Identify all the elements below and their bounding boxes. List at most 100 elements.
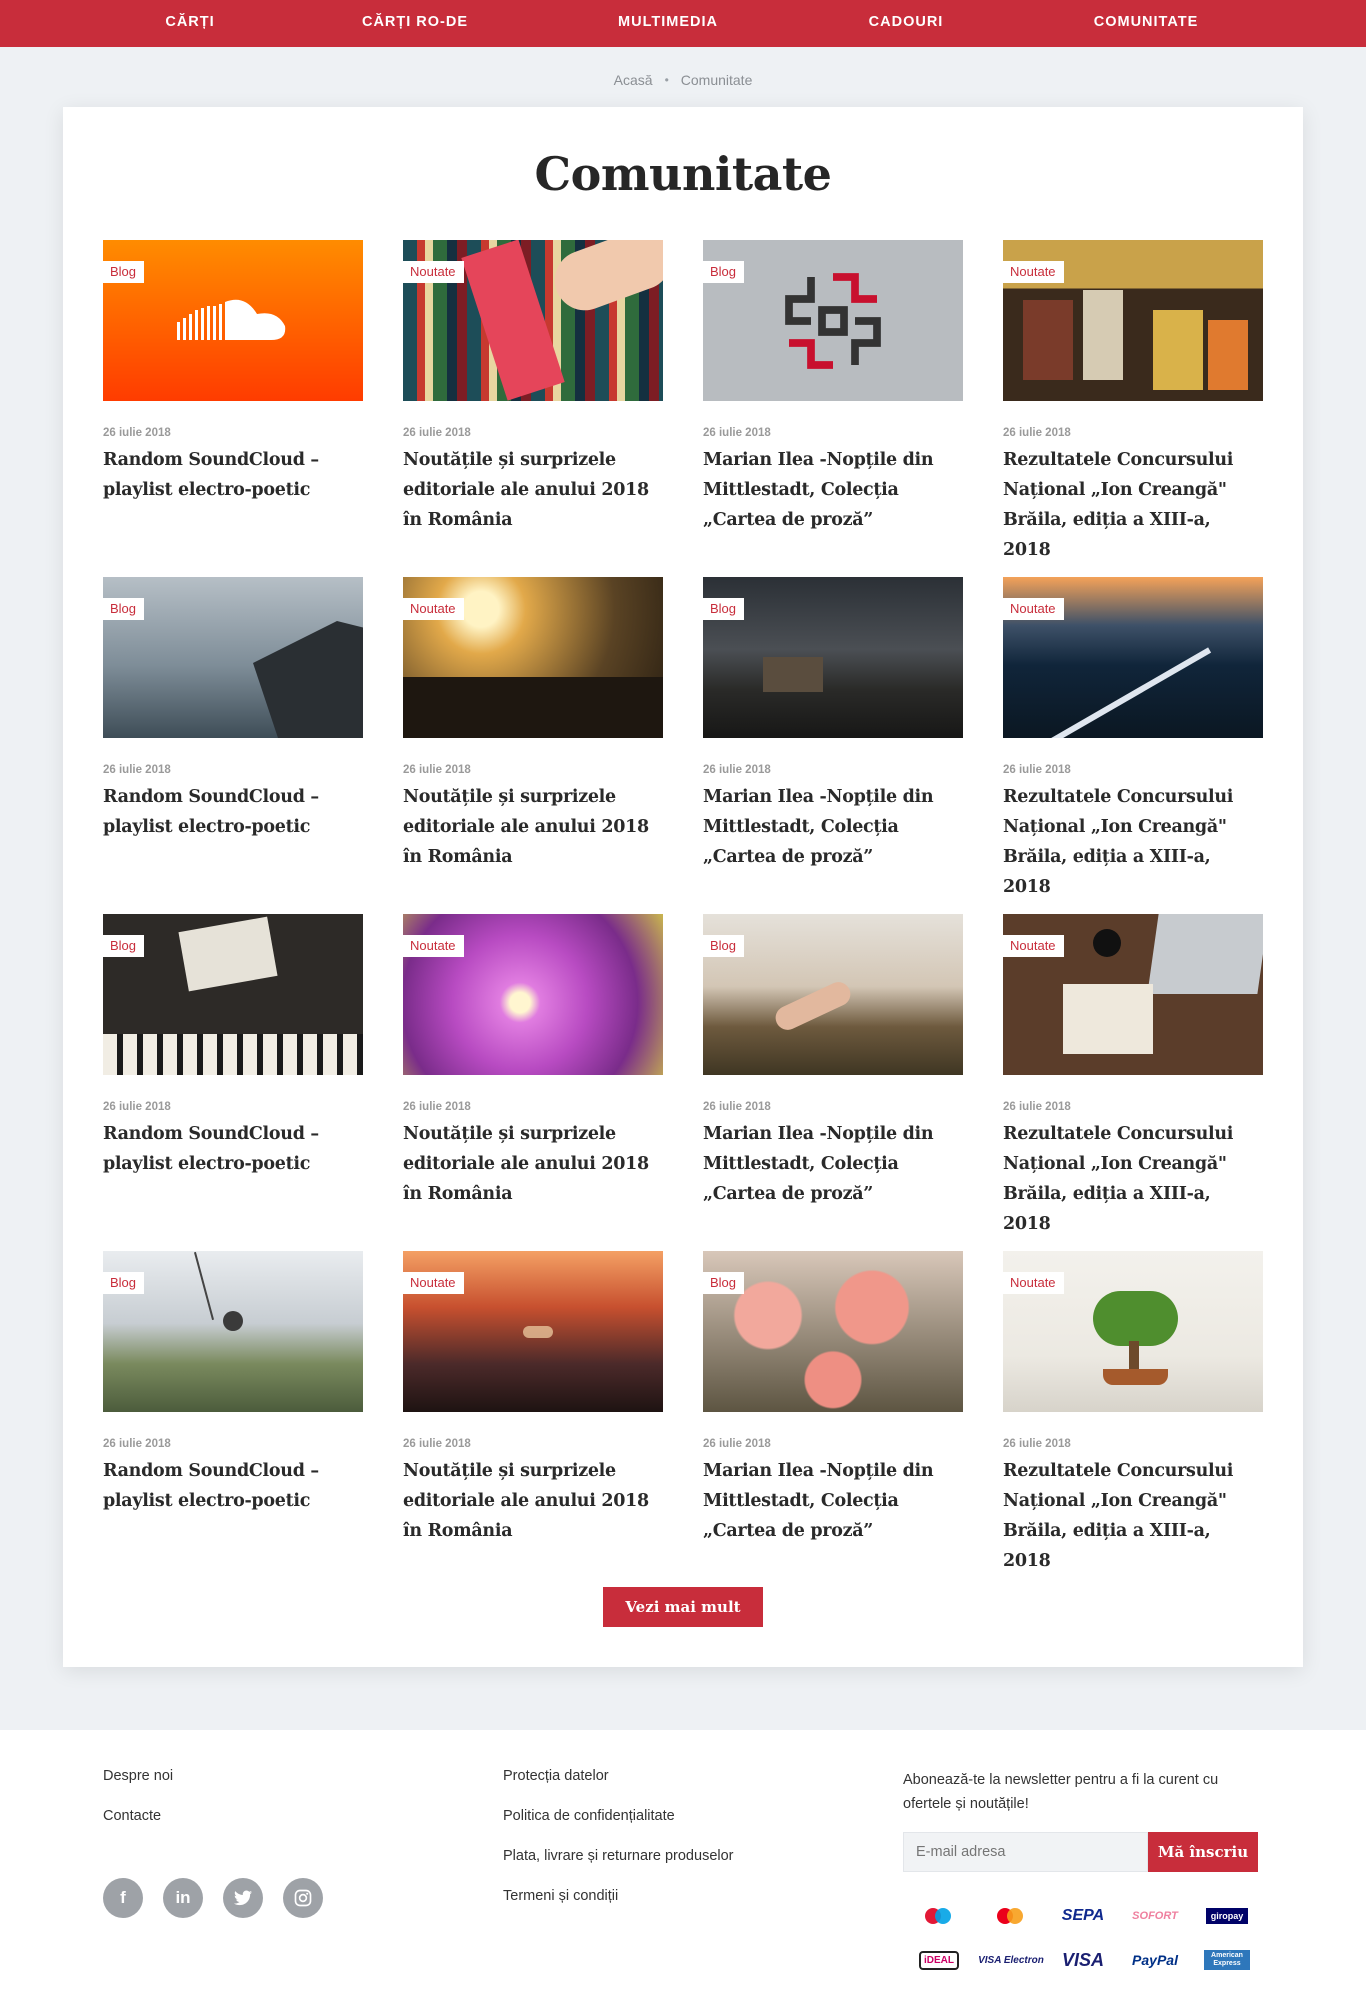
footer-col-legal: Protecția datelor Politica de confidenți… xyxy=(503,1768,734,1928)
footer: Despre noi Contacte Protecția datelor Po… xyxy=(0,1730,1366,1997)
twitter-icon[interactable] xyxy=(223,1878,263,1918)
paypal-logo: PayPal xyxy=(1132,1952,1178,1968)
post-thumbnail[interactable]: Noutate xyxy=(403,914,663,1075)
post-tag[interactable]: Blog xyxy=(703,1272,745,1294)
post-title[interactable]: Noutățile și surprizele editoriale ale a… xyxy=(403,1119,663,1209)
top-navigation: CĂRȚI CĂRȚI RO-DE MULTIMEDIA CADOURI COM… xyxy=(0,0,1366,47)
post-title[interactable]: Rezultatele Concursului Național „Ion Cr… xyxy=(1003,782,1263,902)
post-title[interactable]: Marian Ilea -Nopțile din Mittlestadt, Co… xyxy=(703,782,963,872)
post-tag[interactable]: Noutate xyxy=(1003,261,1064,283)
post-tag[interactable]: Noutate xyxy=(403,1272,464,1294)
post-title[interactable]: Marian Ilea -Nopțile din Mittlestadt, Co… xyxy=(703,1119,963,1209)
page-title: Comunitate xyxy=(534,147,832,201)
post-title[interactable]: Noutățile și surprizele editoriale ale a… xyxy=(403,1456,663,1546)
post-card[interactable]: Blog 26 iulie 2018 Marian Ilea -Nopțile di… xyxy=(703,577,963,914)
post-date: 26 iulie 2018 xyxy=(103,427,171,439)
nav-item-cadouri[interactable]: CADOURI xyxy=(869,0,944,47)
post-card[interactable]: Noutate 26 iulie 2018 Rezultatele Concursu… xyxy=(1003,577,1263,914)
post-title[interactable]: Rezultatele Concursului Național „Ion Cr… xyxy=(1003,445,1263,565)
giropay-logo: giropay xyxy=(1191,1903,1263,1929)
post-title[interactable]: Noutățile și surprizele editoriale ale a… xyxy=(403,445,663,535)
post-tag[interactable]: Noutate xyxy=(1003,598,1064,620)
post-thumbnail[interactable]: Noutate xyxy=(403,577,663,738)
post-title[interactable]: Noutățile și surprizele editoriale ale a… xyxy=(403,782,663,872)
post-thumbnail[interactable]: Blog xyxy=(703,1251,963,1412)
post-tag[interactable]: Blog xyxy=(103,598,145,620)
post-card[interactable]: Blog 26 iulie 2018 Random SoundCloud – pla… xyxy=(103,240,363,577)
post-tag[interactable]: Noutate xyxy=(1003,935,1064,957)
post-title[interactable]: Random SoundCloud – playlist electro-poe… xyxy=(103,1456,363,1516)
footer-link-payment-delivery[interactable]: Plata, livrare și returnare produselor xyxy=(503,1848,734,1888)
maestro-logo xyxy=(903,1903,975,1929)
post-tag[interactable]: Blog xyxy=(103,935,145,957)
breadcrumb-home[interactable]: Acasă xyxy=(614,72,653,88)
post-tag[interactable]: Blog xyxy=(703,935,745,957)
linkedin-icon[interactable]: in xyxy=(163,1878,203,1918)
footer-link-privacy-policy[interactable]: Politica de confidențialitate xyxy=(503,1808,734,1848)
post-tag[interactable]: Noutate xyxy=(403,598,464,620)
post-thumbnail[interactable]: Noutate xyxy=(403,1251,663,1412)
nav-item-carti-ro-de[interactable]: CĂRȚI RO-DE xyxy=(362,0,468,47)
post-thumbnail[interactable]: Blog xyxy=(103,577,363,738)
nav-item-multimedia[interactable]: MULTIMEDIA xyxy=(618,0,718,47)
email-field[interactable] xyxy=(903,1832,1148,1872)
post-card[interactable]: Noutate 26 iulie 2018 Rezultatele Concursu… xyxy=(1003,1251,1263,1588)
post-card[interactable]: Blog 26 iulie 2018 Marian Ilea -Nopțile di… xyxy=(703,914,963,1251)
post-thumbnail[interactable]: Blog xyxy=(703,240,963,401)
post-date: 26 iulie 2018 xyxy=(103,1101,171,1113)
mastercard-logo xyxy=(975,1903,1047,1929)
post-card[interactable]: Noutate 26 iulie 2018 Noutățile și surpriz… xyxy=(403,577,663,914)
facebook-icon[interactable]: f xyxy=(103,1878,143,1918)
content-card: Comunitate Blog 26 iulie 2018 Random Sound… xyxy=(63,107,1303,1667)
footer-link-terms[interactable]: Termeni și condiții xyxy=(503,1888,734,1928)
post-date: 26 iulie 2018 xyxy=(403,1438,471,1450)
post-thumbnail[interactable]: Blog xyxy=(103,240,363,401)
post-date: 26 iulie 2018 xyxy=(1003,1438,1071,1450)
post-title[interactable]: Random SoundCloud – playlist electro-poe… xyxy=(103,1119,363,1179)
ideal-logo: iDEAL xyxy=(903,1947,975,1973)
nav-item-carti[interactable]: CĂRȚI xyxy=(165,0,214,47)
footer-link-contact[interactable]: Contacte xyxy=(103,1808,173,1848)
post-title[interactable]: Rezultatele Concursului Național „Ion Cr… xyxy=(1003,1119,1263,1239)
post-card[interactable]: Noutate 26 iulie 2018 Noutățile și surpriz… xyxy=(403,914,663,1251)
post-title[interactable]: Marian Ilea -Nopțile din Mittlestadt, Co… xyxy=(703,1456,963,1546)
post-title[interactable]: Marian Ilea -Nopțile din Mittlestadt, Co… xyxy=(703,445,963,535)
post-tag[interactable]: Noutate xyxy=(403,261,464,283)
post-thumbnail[interactable]: Noutate xyxy=(1003,240,1263,401)
post-tag[interactable]: Blog xyxy=(103,261,145,283)
social-links: f in xyxy=(103,1878,323,1918)
post-title[interactable]: Rezultatele Concursului Național „Ion Cr… xyxy=(1003,1456,1263,1576)
post-thumbnail[interactable]: Noutate xyxy=(1003,914,1263,1075)
post-thumbnail[interactable]: Noutate xyxy=(1003,577,1263,738)
subscribe-button[interactable]: Mă înscriu xyxy=(1148,1832,1258,1872)
footer-link-data-protection[interactable]: Protecția datelor xyxy=(503,1768,734,1808)
post-card[interactable]: Blog 26 iulie 2018 Marian Ilea -Nopțile di… xyxy=(703,240,963,577)
post-tag[interactable]: Blog xyxy=(103,1272,145,1294)
post-thumbnail[interactable]: Blog xyxy=(703,914,963,1075)
newsletter-form: Mă înscriu xyxy=(903,1832,1258,1872)
post-thumbnail[interactable]: Blog xyxy=(103,1251,363,1412)
post-card[interactable]: Noutate 26 iulie 2018 Noutățile și surpriz… xyxy=(403,1251,663,1588)
post-card[interactable]: Blog 26 iulie 2018 Random SoundCloud – pla… xyxy=(103,1251,363,1588)
post-tag[interactable]: Blog xyxy=(703,261,745,283)
post-card[interactable]: Noutate 26 iulie 2018 Rezultatele Concursu… xyxy=(1003,240,1263,577)
post-tag[interactable]: Noutate xyxy=(1003,1272,1064,1294)
post-card[interactable]: Noutate 26 iulie 2018 Noutățile și surpriz… xyxy=(403,240,663,577)
post-tag[interactable]: Noutate xyxy=(403,935,464,957)
post-card[interactable]: Noutate 26 iulie 2018 Rezultatele Concursu… xyxy=(1003,914,1263,1251)
post-thumbnail[interactable]: Blog xyxy=(103,914,363,1075)
nav-item-comunitate[interactable]: COMUNITATE xyxy=(1094,0,1199,47)
post-card[interactable]: Blog 26 iulie 2018 Random SoundCloud – pla… xyxy=(103,577,363,914)
post-tag[interactable]: Blog xyxy=(703,598,745,620)
post-card[interactable]: Blog 26 iulie 2018 Random SoundCloud – pla… xyxy=(103,914,363,1251)
post-title[interactable]: Random SoundCloud – playlist electro-poe… xyxy=(103,445,363,505)
post-card[interactable]: Blog 26 iulie 2018 Marian Ilea -Nopțile di… xyxy=(703,1251,963,1588)
post-thumbnail[interactable]: Blog xyxy=(703,577,963,738)
see-more-button[interactable]: Vezi mai mult xyxy=(603,1587,763,1627)
post-thumbnail[interactable]: Noutate xyxy=(403,240,663,401)
footer-link-about[interactable]: Despre noi xyxy=(103,1768,173,1808)
post-title[interactable]: Random SoundCloud – playlist electro-poe… xyxy=(103,782,363,842)
instagram-icon[interactable] xyxy=(283,1878,323,1918)
post-thumbnail[interactable]: Noutate xyxy=(1003,1251,1263,1412)
newsletter-text: Abonează-te la newsletter pentru a fi la… xyxy=(903,1772,1219,1812)
